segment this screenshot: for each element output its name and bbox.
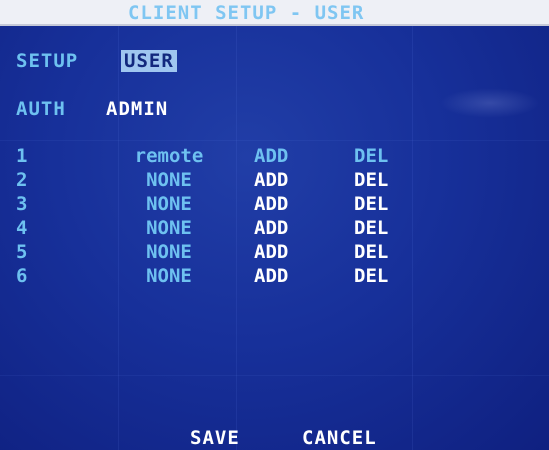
add-button[interactable]: ADD: [254, 145, 288, 167]
save-button[interactable]: SAVE: [190, 427, 240, 449]
del-button[interactable]: DEL: [354, 193, 388, 215]
del-button[interactable]: DEL: [354, 145, 388, 167]
grid-line: [412, 22, 413, 450]
del-button[interactable]: DEL: [354, 169, 388, 191]
auth-value-selector[interactable]: ADMIN: [106, 98, 168, 120]
add-button[interactable]: ADD: [254, 193, 288, 215]
grid-line: [236, 22, 237, 450]
user-name[interactable]: NONE: [106, 217, 232, 239]
add-button[interactable]: ADD: [254, 217, 288, 239]
title-bar: CLIENT SETUP - USER: [0, 0, 549, 26]
user-name[interactable]: remote: [106, 145, 232, 167]
user-number: 1: [16, 145, 28, 167]
add-button[interactable]: ADD: [254, 265, 288, 287]
setup-label: SETUP: [16, 50, 79, 72]
cancel-button[interactable]: CANCEL: [302, 427, 377, 449]
screen-glare: [440, 88, 540, 118]
del-button[interactable]: DEL: [354, 265, 388, 287]
user-number: 5: [16, 241, 28, 263]
del-button[interactable]: DEL: [354, 217, 388, 239]
user-name[interactable]: NONE: [106, 265, 232, 287]
grid-line: [0, 375, 549, 376]
user-name[interactable]: NONE: [106, 193, 232, 215]
add-button[interactable]: ADD: [254, 241, 288, 263]
page-title: CLIENT SETUP - USER: [128, 2, 365, 24]
user-number: 3: [16, 193, 28, 215]
setup-value-selector[interactable]: USER: [121, 50, 177, 72]
osd-screen: CLIENT SETUP - USER SETUP USER AUTH ADMI…: [0, 0, 549, 450]
add-button[interactable]: ADD: [254, 169, 288, 191]
del-button[interactable]: DEL: [354, 241, 388, 263]
user-number: 2: [16, 169, 28, 191]
grid-line: [0, 140, 549, 141]
user-name[interactable]: NONE: [106, 169, 232, 191]
user-number: 6: [16, 265, 28, 287]
auth-label: AUTH: [16, 98, 66, 120]
user-name[interactable]: NONE: [106, 241, 232, 263]
user-number: 4: [16, 217, 28, 239]
